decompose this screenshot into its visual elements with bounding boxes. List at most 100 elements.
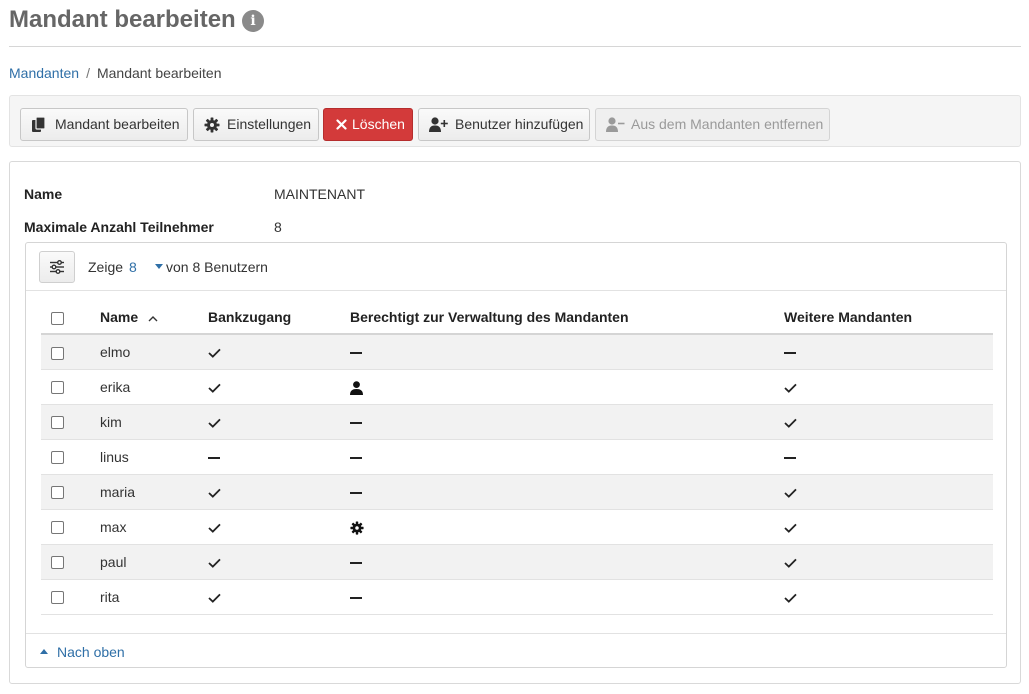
remove-from-mandant-button[interactable]: Aus dem Mandanten entfernen [595, 108, 830, 141]
chevron-down-icon[interactable] [155, 264, 163, 269]
remove-label: Aus dem Mandanten entfernen [631, 116, 824, 132]
row-select-cell [41, 579, 100, 615]
max-participants-label: Maximale Anzahl Teilnehmer [24, 219, 214, 235]
user-name[interactable]: paul [100, 544, 208, 580]
settings-label: Einstellungen [227, 116, 312, 132]
other-mandants-cell [784, 474, 993, 510]
column-header-name-label: Name [100, 309, 139, 325]
edit-mandant-label: Mandant bearbeiten [55, 116, 180, 132]
add-user-button[interactable]: Benutzer hinzufügen [418, 108, 590, 141]
row-checkbox[interactable] [51, 381, 64, 395]
row-checkbox[interactable] [51, 591, 64, 605]
bank-access-cell [208, 334, 350, 370]
table-row[interactable]: paul [41, 544, 993, 580]
dash-icon [350, 561, 362, 564]
bank-access-cell [208, 404, 350, 440]
other-mandants-cell [784, 439, 993, 475]
check-icon [784, 383, 797, 393]
user-name[interactable]: rita [100, 579, 208, 615]
user-minus-icon [606, 117, 625, 132]
table-row[interactable]: erika [41, 369, 993, 405]
user-list-panel: Zeige 8 von 8 Benutzern Name Bankzugang … [25, 242, 1007, 668]
check-icon [784, 488, 797, 498]
check-icon [784, 558, 797, 568]
check-icon [208, 558, 221, 568]
name-label: Name [24, 186, 63, 202]
admin-rights-cell [350, 579, 784, 615]
select-all-cell [41, 301, 100, 335]
user-name[interactable]: erika [100, 369, 208, 405]
other-mandants-cell [784, 579, 993, 615]
row-checkbox[interactable] [51, 416, 64, 430]
bank-access-cell [208, 474, 350, 510]
list-controls: Zeige 8 von 8 Benutzern [26, 243, 1006, 291]
bank-access-cell [208, 369, 350, 405]
check-icon [208, 523, 221, 533]
gear-icon [204, 117, 220, 133]
check-icon [208, 593, 221, 603]
column-header-bank[interactable]: Bankzugang [208, 301, 350, 335]
table-row[interactable]: linus [41, 439, 993, 475]
bank-access-cell [208, 509, 350, 545]
delete-button[interactable]: Löschen [323, 108, 413, 141]
column-header-other[interactable]: Weitere Mandanten [784, 301, 993, 335]
breadcrumb-separator: / [86, 65, 90, 81]
table-row[interactable]: rita [41, 579, 993, 615]
other-mandants-cell [784, 369, 993, 405]
row-checkbox[interactable] [51, 346, 64, 360]
row-checkbox[interactable] [51, 521, 64, 535]
dash-icon [350, 421, 362, 424]
table-row[interactable]: maria [41, 474, 993, 510]
row-checkbox[interactable] [51, 486, 64, 500]
bank-access-cell [208, 544, 350, 580]
row-checkbox[interactable] [51, 556, 64, 570]
user-name[interactable]: maria [100, 474, 208, 510]
chevron-up-icon[interactable] [40, 649, 48, 654]
table-row[interactable]: kim [41, 404, 993, 440]
row-select-cell [41, 369, 100, 405]
dash-icon [208, 456, 220, 459]
row-select-cell [41, 404, 100, 440]
row-select-cell [41, 544, 100, 580]
row-select-cell [41, 334, 100, 370]
table-row[interactable]: max [41, 509, 993, 545]
back-to-top-link[interactable]: Nach oben [57, 644, 125, 660]
info-icon[interactable]: i [242, 10, 264, 32]
breadcrumb-link-mandanten[interactable]: Mandanten [9, 65, 79, 81]
dash-icon [784, 456, 796, 459]
edit-mandant-button[interactable]: Mandant bearbeiten [20, 108, 188, 141]
user-name[interactable]: max [100, 509, 208, 545]
admin-rights-cell [350, 369, 784, 405]
max-participants-value: 8 [274, 219, 282, 235]
dash-icon [350, 596, 362, 599]
user-name[interactable]: kim [100, 404, 208, 440]
admin-rights-cell [350, 439, 784, 475]
other-mandants-cell [784, 509, 993, 545]
breadcrumb-current: Mandant bearbeiten [96, 65, 222, 81]
user-plus-icon [429, 117, 448, 132]
table-row[interactable]: elmo [41, 334, 993, 370]
check-icon [208, 383, 221, 393]
row-select-cell [41, 439, 100, 475]
user-name[interactable]: elmo [100, 334, 208, 370]
column-header-name[interactable]: Name [100, 301, 208, 335]
row-checkbox[interactable] [51, 451, 64, 465]
admin-rights-cell [350, 544, 784, 580]
check-icon [784, 523, 797, 533]
user-name[interactable]: linus [100, 439, 208, 475]
select-all-checkbox[interactable] [51, 311, 64, 325]
check-icon [784, 418, 797, 428]
column-settings-button[interactable] [39, 251, 75, 283]
page-size-select[interactable]: 8 [129, 259, 137, 275]
column-header-rights[interactable]: Berechtigt zur Verwaltung des Mandanten [350, 301, 784, 335]
admin-rights-cell [350, 334, 784, 370]
admin-rights-cell [350, 474, 784, 510]
dash-icon [350, 352, 362, 355]
user-table: Name Bankzugang Berechtigt zur Verwaltun… [41, 301, 993, 615]
settings-button[interactable]: Einstellungen [193, 108, 319, 141]
table-header-row: Name Bankzugang Berechtigt zur Verwaltun… [41, 301, 993, 335]
dash-icon [350, 491, 362, 494]
dash-icon [784, 352, 796, 355]
check-icon [784, 593, 797, 603]
check-icon [208, 348, 221, 358]
